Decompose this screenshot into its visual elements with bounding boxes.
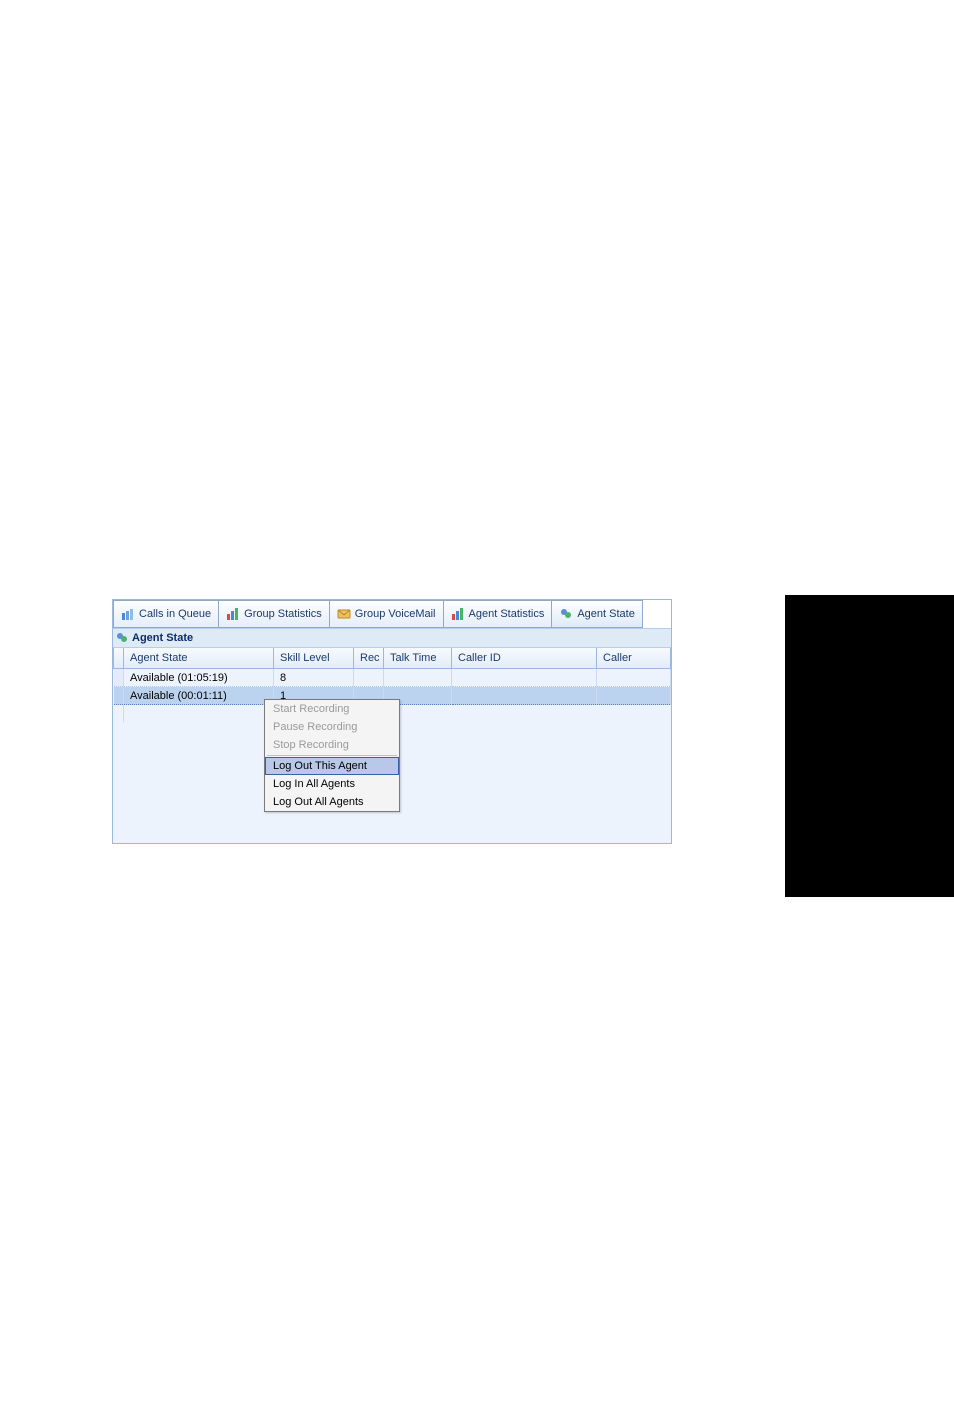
- bar-chart-icon: [451, 607, 465, 621]
- cell-callern: [597, 669, 671, 687]
- tab-group-statistics[interactable]: Group Statistics: [218, 600, 330, 628]
- column-rec[interactable]: Rec: [354, 648, 384, 669]
- context-menu: Start Recording Pause Recording Stop Rec…: [264, 699, 400, 812]
- bar-chart-icon: [226, 607, 240, 621]
- panel-title: Agent State: [132, 632, 193, 644]
- menu-start-recording[interactable]: Start Recording: [265, 700, 399, 718]
- tab-agent-state[interactable]: Agent State: [551, 600, 643, 628]
- tab-label: Group VoiceMail: [355, 608, 436, 620]
- column-caller-last[interactable]: Caller: [597, 648, 671, 669]
- menu-log-out-all-agents[interactable]: Log Out All Agents: [265, 793, 399, 811]
- tab-calls-in-queue[interactable]: Calls in Queue: [113, 600, 219, 628]
- cell-talk: [384, 669, 452, 687]
- table-header-row: Agent State Skill Level Rec Talk Time Ca…: [114, 648, 671, 669]
- table-row[interactable]: Available (01:05:19) 8: [114, 669, 671, 687]
- row-handle: [114, 669, 124, 687]
- menu-pause-recording[interactable]: Pause Recording: [265, 718, 399, 736]
- cell-callern: [597, 687, 671, 705]
- panel-header: Agent State: [113, 628, 671, 648]
- tab-label: Agent State: [577, 608, 635, 620]
- tab-agent-statistics[interactable]: Agent Statistics: [443, 600, 553, 628]
- queue-icon: [121, 607, 135, 621]
- menu-log-out-this-agent[interactable]: Log Out This Agent: [265, 757, 399, 775]
- voicemail-icon: [337, 607, 351, 621]
- column-caller-id[interactable]: Caller ID: [452, 648, 597, 669]
- cell-caller: [452, 669, 597, 687]
- tab-label: Group Statistics: [244, 608, 322, 620]
- cell-rec: [354, 669, 384, 687]
- column-agent-state[interactable]: Agent State: [124, 648, 274, 669]
- column-skill-level[interactable]: Skill Level: [274, 648, 354, 669]
- tab-bar: Calls in Queue Group Statistics Group Vo…: [113, 600, 671, 628]
- menu-stop-recording[interactable]: Stop Recording: [265, 736, 399, 754]
- black-redaction-box: [785, 595, 954, 897]
- row-handle: [114, 687, 124, 705]
- cell-caller: [452, 687, 597, 705]
- menu-log-in-all-agents[interactable]: Log In All Agents: [265, 775, 399, 793]
- cell-state: Available (01:05:19): [124, 669, 274, 687]
- agent-icon: [559, 607, 573, 621]
- cell-state: Available (00:01:11): [124, 687, 274, 705]
- menu-separator: [267, 755, 397, 756]
- agent-icon: [115, 631, 129, 645]
- column-talk-time[interactable]: Talk Time: [384, 648, 452, 669]
- cell-skill: 8: [274, 669, 354, 687]
- tab-group-voicemail[interactable]: Group VoiceMail: [329, 600, 444, 628]
- tab-label: Calls in Queue: [139, 608, 211, 620]
- column-handle[interactable]: [114, 648, 124, 669]
- tab-label: Agent Statistics: [469, 608, 545, 620]
